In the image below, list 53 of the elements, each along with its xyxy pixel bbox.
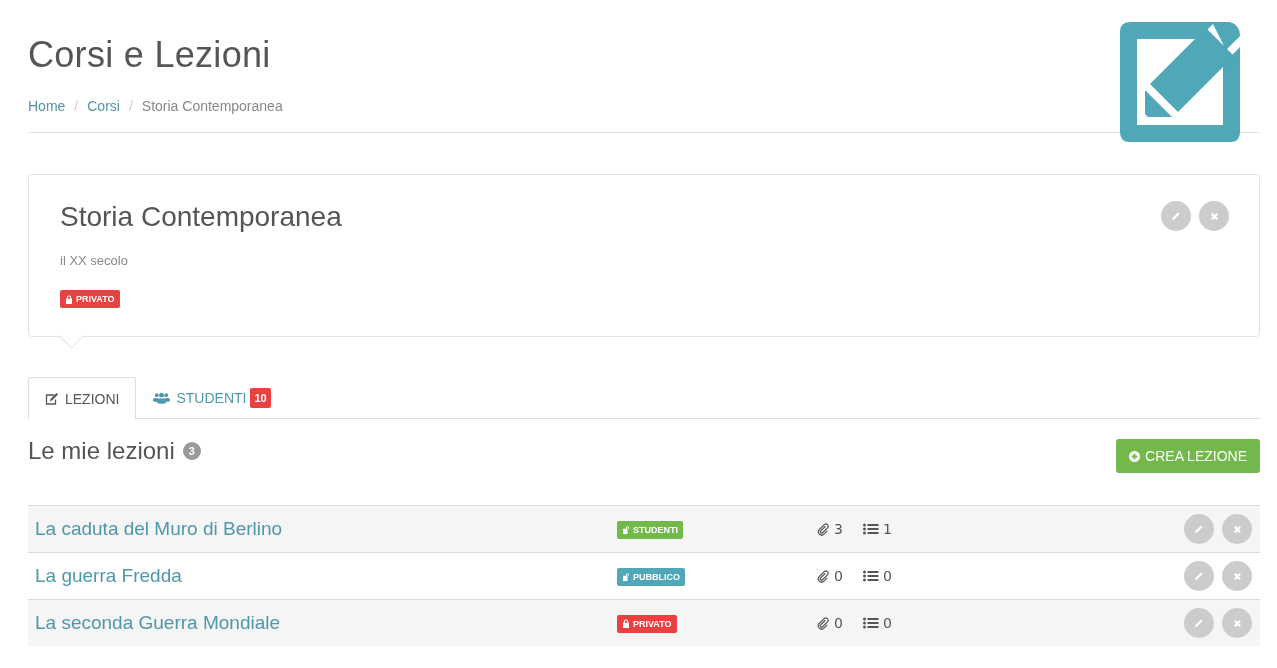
- item-count: 0: [882, 568, 892, 584]
- edit-icon: [1120, 22, 1240, 142]
- lesson-link[interactable]: La seconda Guerra Mondiale: [35, 612, 617, 634]
- visibility-badge: STUDENTI: [617, 520, 683, 539]
- paperclip-icon: [817, 569, 830, 583]
- pencil-icon: [1194, 618, 1204, 628]
- section-title: Le mie lezioni: [28, 437, 175, 465]
- list-icon: [862, 617, 879, 629]
- course-title: Storia Contemporanea: [60, 201, 342, 233]
- edit-icon: [45, 392, 59, 405]
- pencil-icon: [1171, 211, 1181, 221]
- delete-button[interactable]: [1222, 514, 1252, 544]
- edit-button[interactable]: [1184, 514, 1214, 544]
- visibility-badge: PRIVATO: [60, 290, 120, 308]
- users-icon: [153, 392, 171, 404]
- breadcrumb-current: Storia Contemporanea: [141, 98, 283, 114]
- close-icon: [1232, 571, 1242, 581]
- list-icon: [862, 523, 879, 535]
- tab[interactable]: LEZIONI: [28, 377, 137, 419]
- paperclip-icon: [817, 522, 830, 536]
- edit-button[interactable]: [1184, 561, 1214, 591]
- visibility-badge: PUBBLICO: [617, 567, 685, 586]
- close-icon: [1232, 524, 1242, 534]
- visibility-badge: PRIVATO: [617, 614, 677, 633]
- count-badge: 10: [250, 388, 271, 408]
- plus-icon: [1129, 450, 1141, 462]
- pencil-icon: [1194, 571, 1204, 581]
- lesson-link[interactable]: La guerra Fredda: [35, 565, 617, 587]
- delete-button[interactable]: [1222, 608, 1252, 638]
- delete-button[interactable]: [1199, 201, 1229, 231]
- course-subtitle: il XX secolo: [60, 253, 129, 268]
- pencil-icon: [1194, 524, 1204, 534]
- item-count: 1: [882, 521, 892, 537]
- close-icon: [1232, 618, 1242, 628]
- edit-button[interactable]: [1184, 608, 1214, 638]
- close-icon: [1209, 211, 1219, 221]
- breadcrumb-separator: /: [128, 98, 133, 114]
- breadcrumb-link[interactable]: Home: [28, 98, 66, 114]
- page-title: Corsi e Lezioni: [28, 34, 272, 76]
- delete-button[interactable]: [1222, 561, 1252, 591]
- list-icon: [862, 570, 879, 582]
- breadcrumb-separator: /: [74, 98, 79, 114]
- breadcrumb-link[interactable]: Corsi: [87, 98, 120, 114]
- tab[interactable]: STUDENTI 10: [136, 377, 288, 418]
- lesson-link[interactable]: La caduta del Muro di Berlino: [35, 518, 617, 540]
- attachment-count: 3: [834, 521, 843, 537]
- attachment-count: 0: [834, 615, 843, 631]
- paperclip-icon: [817, 616, 830, 630]
- attachment-count: 0: [834, 568, 843, 584]
- create-lesson-button[interactable]: CREA LEZIONE: [1116, 439, 1260, 473]
- edit-button[interactable]: [1161, 201, 1191, 231]
- item-count: 0: [882, 615, 892, 631]
- count-badge: 3: [182, 442, 201, 460]
